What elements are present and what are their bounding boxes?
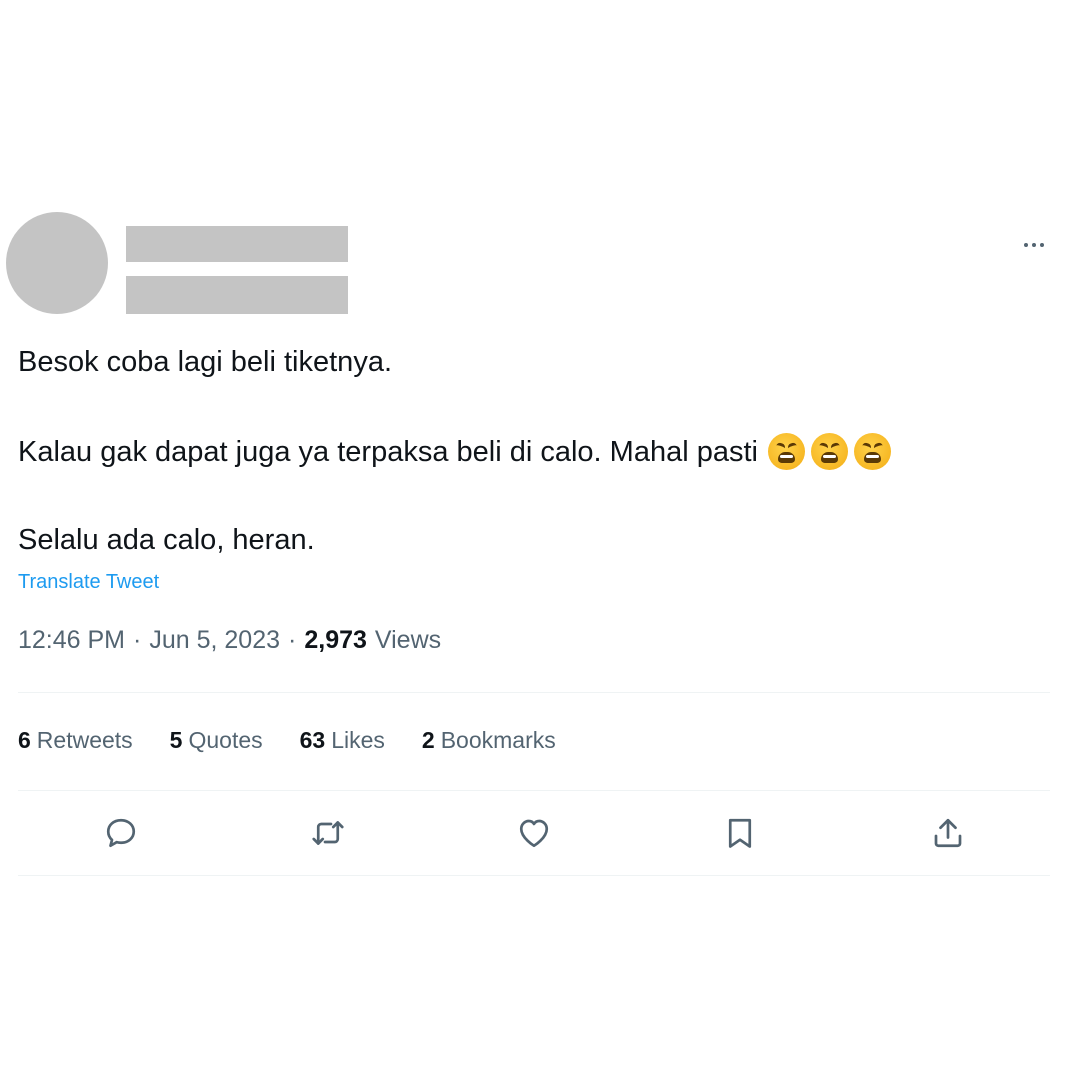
quotes-label: Quotes [188, 727, 263, 753]
share-icon [934, 818, 962, 848]
redacted-display-name [126, 226, 348, 262]
translate-tweet-link[interactable]: Translate Tweet [18, 571, 159, 594]
bookmarks-label: Bookmarks [440, 727, 556, 753]
more-dot [1040, 243, 1044, 247]
tweet-time[interactable]: 12:46 PM [18, 626, 125, 655]
retweet-button[interactable] [308, 813, 348, 853]
reply-button[interactable] [101, 813, 141, 853]
tweet-text-line-2: Kalau gak dapat juga ya terpaksa beli di… [18, 435, 758, 468]
bookmarks-count: 2 [421, 727, 435, 753]
more-dot [1032, 243, 1036, 247]
retweets-count: 6 [18, 727, 31, 753]
tweet-meta: 12:46 PM · Jun 5, 2023 · 2,973 Views [18, 626, 441, 655]
meta-separator: · [133, 626, 142, 654]
more-dots-icon [1024, 243, 1028, 247]
reply-icon [106, 818, 136, 848]
divider [18, 875, 1050, 876]
views-label: Views [374, 626, 442, 654]
redacted-username [126, 276, 348, 314]
quotes-stat[interactable]: 5 Quotes [170, 727, 263, 754]
more-options-button[interactable] [1016, 230, 1052, 260]
tweet-text-line-3: Selalu ada calo, heran. [18, 524, 315, 556]
bookmark-button[interactable] [720, 813, 760, 853]
like-icon [519, 819, 549, 848]
retweets-label: Retweets [36, 727, 133, 753]
like-button[interactable] [514, 813, 554, 853]
likes-count: 63 [299, 727, 326, 753]
divider [18, 692, 1050, 693]
meta-separator: · [288, 626, 297, 654]
likes-label: Likes [331, 727, 385, 753]
tweet-text-line-1: Besok coba lagi beli tiketnya. [18, 346, 392, 378]
quotes-count: 5 [169, 727, 183, 753]
bookmarks-stat[interactable]: 2 Bookmarks [422, 727, 556, 754]
retweets-stat[interactable]: 6 Retweets [18, 727, 133, 754]
retweet-icon [312, 821, 344, 845]
engagement-stats: 6 Retweets 5 Quotes 63 Likes 2 Bookmarks [18, 727, 593, 754]
bookmark-icon [728, 818, 752, 848]
share-button[interactable] [928, 813, 968, 853]
divider [18, 790, 1050, 791]
avatar[interactable] [6, 212, 108, 314]
tweet-page: Besok coba lagi beli tiketnya. Kalau gak… [0, 0, 1080, 1080]
weary-face-emoji-icon [810, 433, 848, 470]
views-count: 2,973 [304, 626, 367, 654]
weary-face-emoji-icon [767, 433, 805, 470]
emoji-group [767, 433, 891, 470]
tweet-date[interactable]: Jun 5, 2023 [149, 626, 280, 655]
weary-face-emoji-icon [853, 433, 891, 470]
tweet-text-line-2-row: Kalau gak dapat juga ya terpaksa beli di… [18, 433, 1048, 470]
likes-stat[interactable]: 63 Likes [300, 727, 385, 754]
